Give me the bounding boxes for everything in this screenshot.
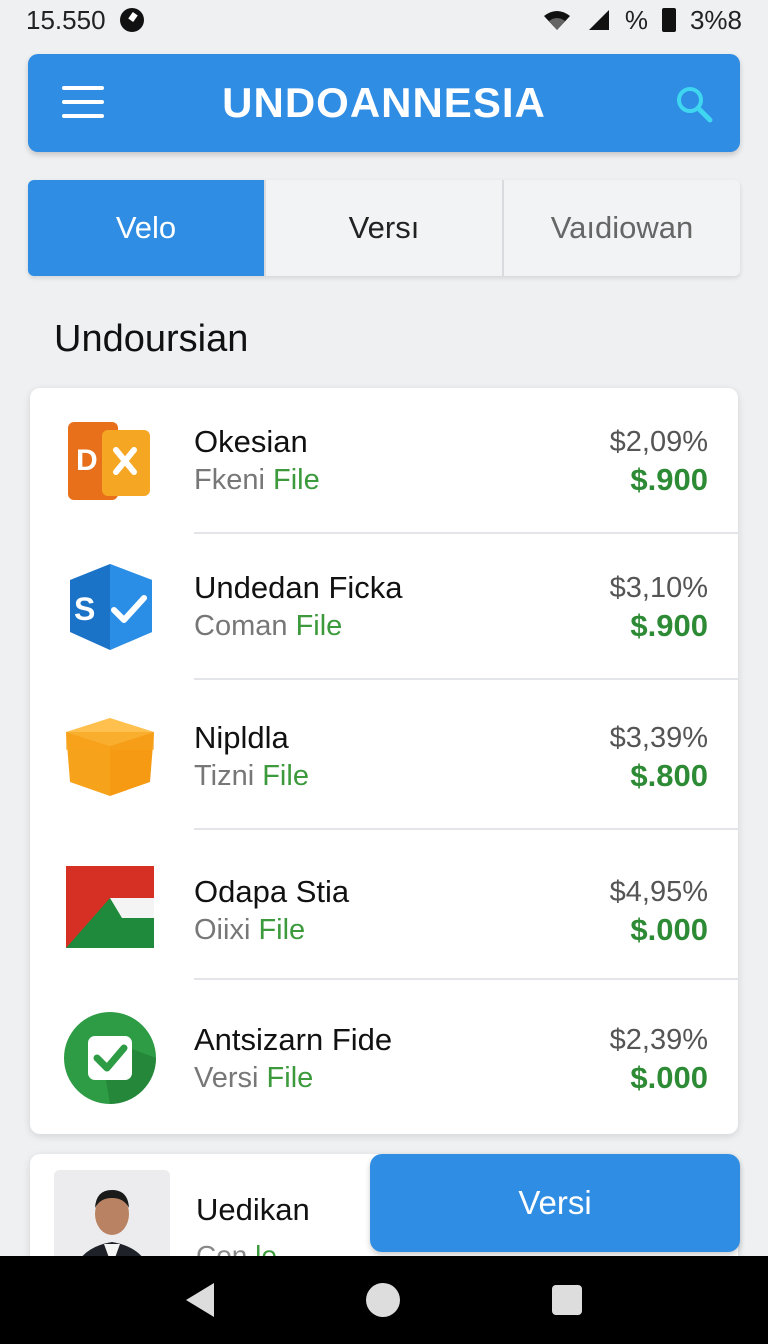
file-tag: File [266,1062,314,1094]
box-icon [66,718,154,796]
status-time: 15.550 [26,4,106,35]
file-price: $.000 [630,912,708,947]
file-subtitle: Coman File [194,610,343,642]
file-price: $.900 [630,462,708,497]
svg-text:S: S [74,591,95,627]
sharepoint-icon: S [70,564,152,650]
menu-icon[interactable] [62,86,104,120]
avatar [54,1170,170,1264]
cell-signal-icon [588,10,609,30]
file-percent: $3,10% [609,572,708,604]
divider [194,678,738,680]
file-name: Antsizarn Fide [194,1022,393,1057]
navigation-bar [0,1256,768,1344]
recent-apps-icon[interactable] [552,1285,582,1315]
tab-bar: Velo Versı Vaıdiowan [28,180,740,276]
versi-button[interactable]: Versi [370,1154,740,1252]
file-percent: $2,39% [609,1024,708,1056]
person-avatar-icon [54,1170,170,1264]
signal-text: % [624,4,648,35]
home-icon[interactable] [366,1283,400,1317]
tab-vaidiowan[interactable]: Vaıdiowan [504,180,740,276]
divider [194,978,738,980]
section-title: Undoursian [54,318,249,360]
divider [194,828,738,830]
file-tag: File [262,760,309,792]
battery-text: 3%8 [689,4,742,35]
file-tag: File [295,610,343,642]
list-item[interactable]: Antsizarn Fide Versi File $2,39% $.000 [30,986,738,1132]
file-name: Undedan Ficka [194,570,403,605]
app-title: UNDOANNESIA [222,79,546,126]
file-tag: File [258,914,306,946]
flag-icon [66,866,154,948]
battery-icon [661,8,676,32]
svg-text:D: D [76,444,98,477]
app-bar: UNDOANNESIA [28,54,740,152]
tab-velo[interactable]: Velo [28,180,266,276]
list-item[interactable]: S Undedan Ficka Coman File $3,10% $.900 [30,534,738,680]
notification-icon [119,8,144,32]
file-percent: $3,39% [609,722,708,754]
file-name: Nipldla [194,720,289,755]
file-percent: $2,09% [609,426,708,458]
file-subtitle: Fkeni File [194,464,320,496]
list-item[interactable]: Odapa Stia Oiixi File $4,95% $.000 [30,834,738,980]
list-item[interactable]: D Okesian Fkeni File $2,09% $.900 [30,388,738,534]
back-icon[interactable] [186,1283,214,1317]
file-name: Odapa Stia [194,874,350,909]
file-percent: $4,95% [609,876,708,908]
search-icon[interactable] [674,84,714,124]
file-name: Okesian [194,424,308,459]
file-tag: File [272,464,320,496]
file-subtitle: Oiixi File [194,914,306,946]
profile-name: Uedikan [196,1192,310,1227]
office-document-icon: D [68,422,150,500]
file-price: $.900 [630,608,708,643]
tab-versi[interactable]: Versı [266,180,504,276]
file-subtitle: Versi File [194,1062,314,1094]
file-list: D Okesian Fkeni File $2,09% $.900 S Unde… [30,388,738,1134]
file-price: $.800 [630,758,708,793]
check-icon [64,1012,156,1104]
file-subtitle: Tizni File [194,760,309,792]
list-item[interactable]: Nipldla Tizni File $3,39% $.800 [30,684,738,830]
wifi-icon [543,11,570,30]
status-bar: 15.550 % 3%8 [0,0,768,40]
file-price: $.000 [630,1060,708,1095]
